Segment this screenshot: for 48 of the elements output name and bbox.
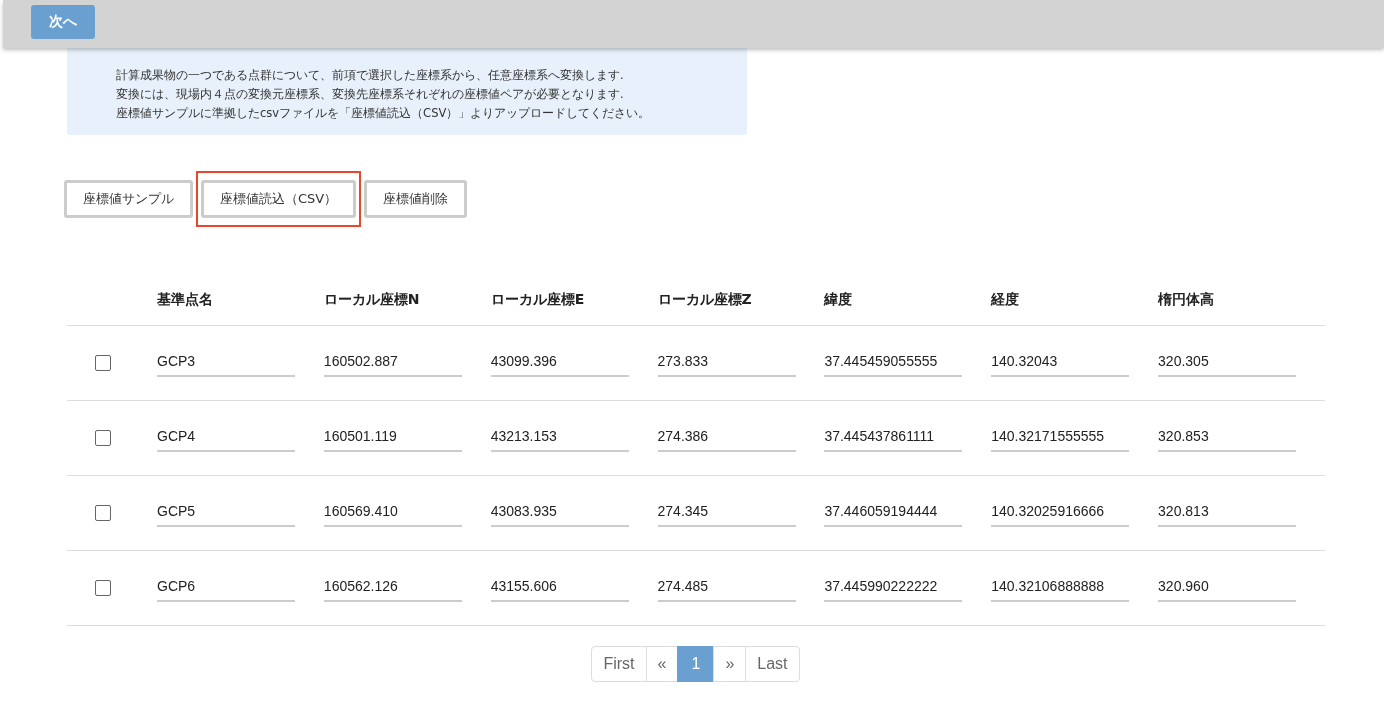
table-input[interactable]: 37.445459055555 xyxy=(824,349,963,377)
table-input[interactable]: 160502.887 xyxy=(323,349,462,377)
table-input[interactable]: 274.345 xyxy=(657,499,796,527)
table-input[interactable]: 140.32043 xyxy=(991,349,1130,377)
table-input[interactable]: 320.305 xyxy=(1158,349,1297,377)
table-input[interactable]: 160562.126 xyxy=(323,574,462,602)
action-button[interactable]: 座標値削除 xyxy=(364,180,468,218)
table-input[interactable]: 160501.119 xyxy=(323,424,462,452)
table-input[interactable]: 320.813 xyxy=(1158,499,1297,527)
table-input[interactable]: 43155.606 xyxy=(490,574,629,602)
column-header: 楕円体高 xyxy=(1158,275,1325,326)
table-input[interactable]: 43213.153 xyxy=(490,424,629,452)
table-input[interactable]: 140.32025916666 xyxy=(991,499,1130,527)
table-input[interactable]: 274.485 xyxy=(657,574,796,602)
table-input[interactable]: 320.960 xyxy=(1158,574,1297,602)
alert-text: 変換には、現場内４点の変換元座標系、変換先座標系それぞれの座標値ペアが必要となります. xyxy=(116,86,625,103)
table-input[interactable]: 43083.935 xyxy=(490,499,629,527)
table-input[interactable]: 37.445990222222 xyxy=(824,574,963,602)
table-input[interactable]: 320.853 xyxy=(1158,424,1297,452)
page-link[interactable]: Last xyxy=(745,646,800,682)
table-input[interactable]: 37.445437861111 xyxy=(824,424,963,452)
table-input[interactable]: 160569.410 xyxy=(323,499,462,527)
table-input[interactable]: GCP4 xyxy=(157,424,295,452)
column-header: ローカル座標Z xyxy=(657,275,825,326)
column-header: 経度 xyxy=(991,275,1159,326)
column-header: ローカル座標E xyxy=(490,275,658,326)
table-input[interactable]: GCP5 xyxy=(157,499,295,527)
table-input[interactable]: 274.386 xyxy=(657,424,796,452)
row-checkbox[interactable] xyxy=(95,505,111,521)
table-input[interactable]: 273.833 xyxy=(657,349,796,377)
column-header: ローカル座標N xyxy=(323,275,491,326)
page-link[interactable]: First xyxy=(591,646,647,682)
row-checkbox[interactable] xyxy=(95,580,111,596)
table-input[interactable]: 43099.396 xyxy=(490,349,629,377)
table-input[interactable]: 140.32171555555 xyxy=(991,424,1130,452)
column-header: 緯度 xyxy=(824,275,992,326)
page-link[interactable]: » xyxy=(713,646,747,682)
table-input[interactable]: GCP3 xyxy=(157,349,295,377)
table-input[interactable]: GCP6 xyxy=(157,574,295,602)
table-input[interactable]: 140.32106888888 xyxy=(991,574,1130,602)
table-input[interactable]: 37.446059194444 xyxy=(824,499,963,527)
action-button[interactable]: 座標値サンプル xyxy=(64,180,193,218)
alert-text: 座標値サンプルに準拠したcsvファイルを「座標値読込（CSV）」よりアップロードしてください。 xyxy=(116,105,652,122)
column-header: 基準点名 xyxy=(157,275,324,326)
row-checkbox[interactable] xyxy=(95,430,111,446)
alert-text: 計算成果物の一つである点群について、前項で選択した座標系から、任意座標系へ変換します. xyxy=(116,67,625,84)
action-button[interactable]: 座標値読込（CSV） xyxy=(201,180,357,218)
row-checkbox[interactable] xyxy=(95,355,111,371)
